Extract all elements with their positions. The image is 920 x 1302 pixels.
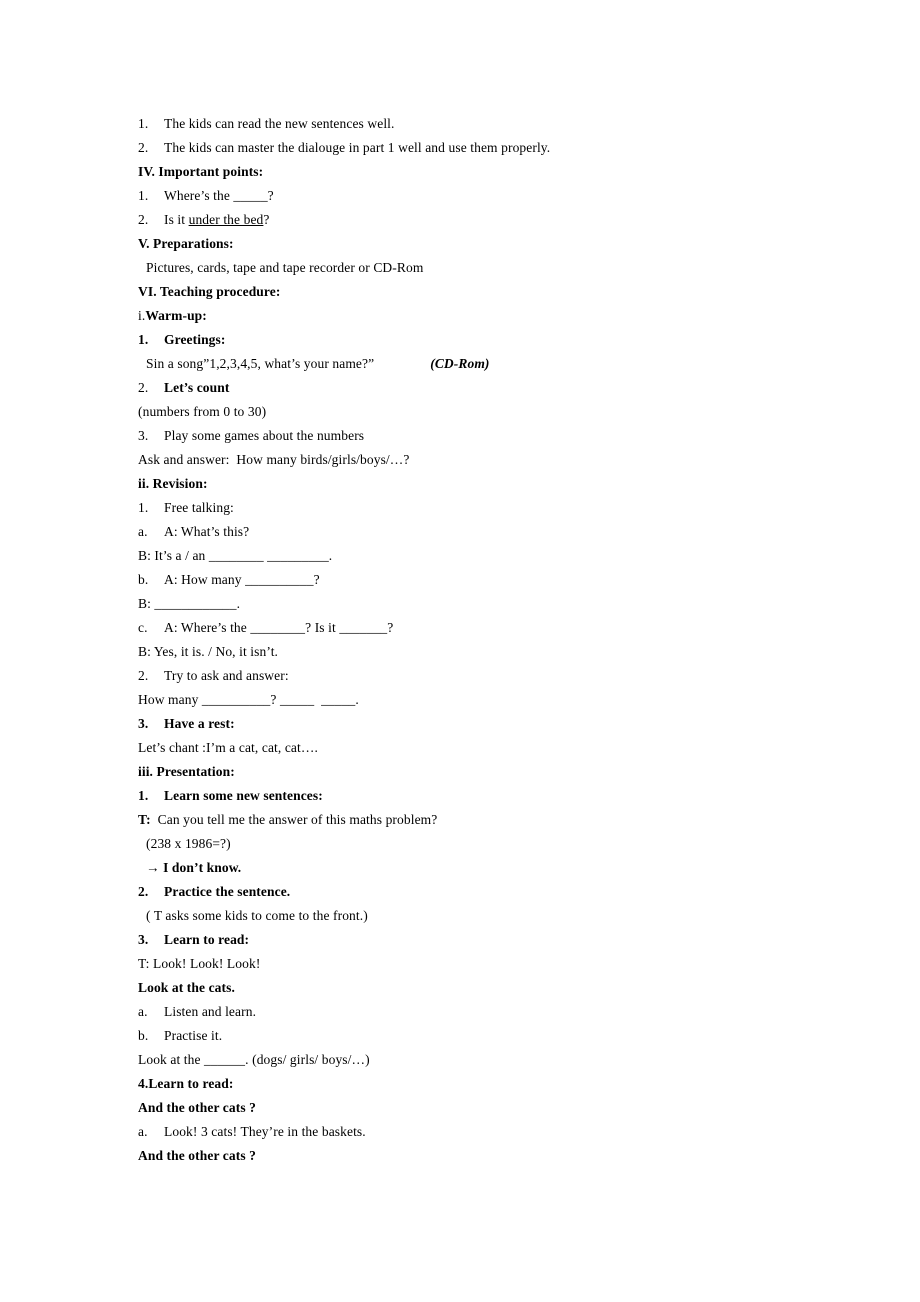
list-text-prefix: Is it bbox=[164, 212, 189, 227]
list-marker: 2. bbox=[138, 668, 149, 683]
list-text: Look! 3 cats! They’re in the baskets. bbox=[164, 1124, 366, 1139]
list-item: 1. The kids can read the new sentences we… bbox=[138, 112, 778, 136]
list-item: a. Listen and learn. bbox=[138, 1000, 778, 1024]
list-text: Let’s count bbox=[164, 380, 230, 395]
subsection-label: Warm-up: bbox=[145, 308, 207, 323]
list-marker: 3. bbox=[138, 932, 149, 947]
list-marker: b. bbox=[138, 572, 149, 587]
list-text: Listen and learn. bbox=[164, 1004, 257, 1019]
list-text: Greetings: bbox=[164, 332, 226, 347]
underlined-phrase: under the bed bbox=[188, 212, 264, 227]
list-item-greetings: 1. Greetings: bbox=[138, 328, 778, 352]
look-at-the-blank-line: Look at the ______. (dogs/ girls/ boys/…… bbox=[138, 1052, 370, 1067]
list-marker: c. bbox=[138, 620, 148, 635]
list-text: Play some games about the numbers bbox=[164, 428, 365, 443]
and-the-other-cats-line: And the other cats ? bbox=[138, 1148, 256, 1163]
list-marker: 1. bbox=[138, 788, 149, 803]
song-line: Sin a song”1,2,3,4,5, what’s your name?”… bbox=[138, 352, 778, 376]
list-text: Learn to read: bbox=[164, 932, 250, 947]
teacher-action-note: ( T asks some kids to come to the front.… bbox=[146, 908, 368, 923]
list-marker: 1. bbox=[138, 116, 149, 131]
list-item-learn-to-read-4: 4.Learn to read: bbox=[138, 1076, 234, 1091]
list-text: Where’s the _____? bbox=[164, 188, 274, 203]
list-marker: 2. bbox=[138, 380, 149, 395]
list-text: A: How many __________? bbox=[164, 572, 320, 587]
list-text: Have a rest: bbox=[164, 716, 235, 731]
dialogue-response-line: B: Yes, it is. / No, it isn’t. bbox=[138, 644, 279, 659]
song-text: Sin a song”1,2,3,4,5, what’s your name?” bbox=[146, 356, 375, 371]
list-text: Practise it. bbox=[164, 1028, 223, 1043]
list-item: a. A: What’s this? bbox=[138, 520, 778, 544]
list-marker: 1. bbox=[138, 500, 149, 515]
section-heading-teaching-procedure: VI. Teaching procedure: bbox=[138, 284, 281, 299]
list-item-lets-count: 2. Let’s count bbox=[138, 376, 778, 400]
list-item: b. Practise it. bbox=[138, 1024, 778, 1048]
list-item: 1. Free talking: bbox=[138, 496, 778, 520]
list-item: 3. Play some games about the numbers bbox=[138, 424, 778, 448]
list-text: The kids can read the new sentences well… bbox=[164, 116, 395, 131]
list-item: 2. The kids can master the dialouge in pa… bbox=[138, 136, 778, 160]
list-marker: a. bbox=[138, 1004, 148, 1019]
subsection-warm-up: i.Warm-up: bbox=[138, 304, 778, 328]
look-at-the-cats-line: Look at the cats. bbox=[138, 980, 235, 995]
list-marker: 2. bbox=[138, 212, 149, 227]
list-marker: b. bbox=[138, 1028, 149, 1043]
list-text: Try to ask and answer: bbox=[164, 668, 289, 683]
list-item: 1. Where’s the _____? bbox=[138, 184, 778, 208]
preparations-text: Pictures, cards, tape and tape recorder … bbox=[146, 260, 424, 275]
list-text: Free talking: bbox=[164, 500, 234, 515]
list-marker: a. bbox=[138, 524, 148, 539]
list-item: c. A: Where’s the ________? Is it _______… bbox=[138, 616, 778, 640]
dialogue-response-line: B: ____________. bbox=[138, 596, 241, 611]
practice-prompt-line: How many __________? _____ _____. bbox=[138, 692, 359, 707]
list-marker: 2. bbox=[138, 884, 149, 899]
document-page: 1. The kids can read the new sentences we… bbox=[0, 0, 920, 1302]
document-body: 1. The kids can read the new sentences we… bbox=[138, 112, 778, 1168]
list-item: b. A: How many __________? bbox=[138, 568, 778, 592]
list-text: The kids can master the dialouge in part… bbox=[164, 140, 551, 155]
media-source-label: (CD-Rom) bbox=[430, 356, 490, 371]
list-item-learn-to-read: 3. Learn to read: bbox=[138, 928, 778, 952]
maths-problem-line: (238 x 1986=?) bbox=[146, 836, 231, 851]
list-item: 2. Try to ask and answer: bbox=[138, 664, 778, 688]
list-marker: 1. bbox=[138, 332, 149, 347]
teacher-look-line: T: Look! Look! Look! bbox=[138, 956, 261, 971]
list-item: 2. Is it under the bed? bbox=[138, 208, 778, 232]
teacher-speech-line: T: Can you tell me the answer of this ma… bbox=[138, 808, 778, 832]
list-item-have-a-rest: 3. Have a rest: bbox=[138, 712, 778, 736]
section-heading-important-points: IV. Important points: bbox=[138, 164, 264, 179]
subsection-presentation: iii. Presentation: bbox=[138, 764, 235, 779]
chant-line: Let’s chant :I’m a cat, cat, cat…. bbox=[138, 740, 318, 755]
list-text: Practice the sentence. bbox=[164, 884, 291, 899]
section-heading-preparations: V. Preparations: bbox=[138, 236, 234, 251]
and-the-other-cats-line: And the other cats ? bbox=[138, 1100, 256, 1115]
dialogue-response-line: B: It’s a / an ________ _________. bbox=[138, 548, 333, 563]
list-text: Learn some new sentences: bbox=[164, 788, 323, 803]
list-text: A: What’s this? bbox=[164, 524, 250, 539]
list-marker: 3. bbox=[138, 716, 149, 731]
list-text-suffix: ? bbox=[263, 212, 270, 227]
list-item: a. Look! 3 cats! They’re in the baskets. bbox=[138, 1120, 778, 1144]
teacher-label: T: bbox=[138, 812, 151, 827]
list-item-practice-sentence: 2. Practice the sentence. bbox=[138, 880, 778, 904]
numbers-range-note: (numbers from 0 to 30) bbox=[138, 404, 267, 419]
list-marker: 1. bbox=[138, 188, 149, 203]
list-marker: a. bbox=[138, 1124, 148, 1139]
ask-and-answer-line: Ask and answer: How many birds/girls/boy… bbox=[138, 452, 410, 467]
teacher-speech-text: Can you tell me the answer of this maths… bbox=[150, 812, 438, 827]
list-item-learn-sentences: 1. Learn some new sentences: bbox=[138, 784, 778, 808]
list-text: A: Where’s the ________? Is it _______? bbox=[164, 620, 394, 635]
list-marker: 2. bbox=[138, 140, 149, 155]
subsection-revision: ii. Revision: bbox=[138, 476, 208, 491]
answer-arrow-line: → I don’t know. bbox=[146, 860, 242, 875]
list-marker: 3. bbox=[138, 428, 149, 443]
